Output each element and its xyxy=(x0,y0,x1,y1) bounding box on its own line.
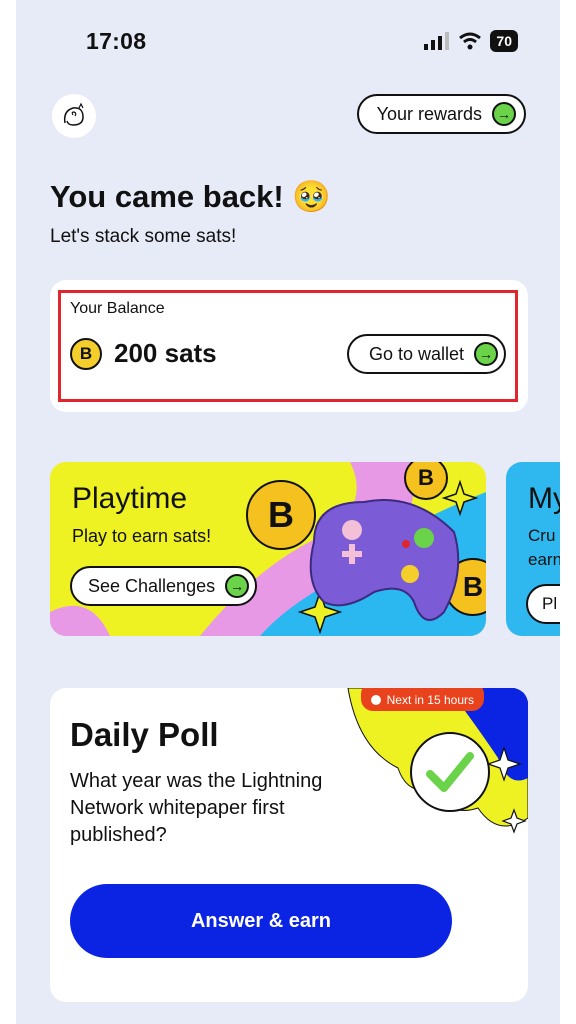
daily-poll-card: Next in 15 hours Daily Poll What year wa… xyxy=(50,688,528,1002)
challenges-label: See Challenges xyxy=(88,575,216,596)
next-card-subtitle-line: Cru xyxy=(528,526,556,545)
next-card-title: My xyxy=(528,482,560,515)
wallet-label: Go to wallet xyxy=(368,343,464,364)
battery-indicator: 70 xyxy=(490,30,518,52)
balance-card: Your Balance B 200 sats Go to wallet → xyxy=(50,280,528,412)
next-card-subtitle-line: earn xyxy=(528,550,560,569)
avatar-doodle-icon xyxy=(63,102,84,126)
playtime-title: Playtime xyxy=(72,482,188,515)
next-poll-badge: Next in 15 hours xyxy=(360,688,484,711)
greeting-subtitle: Let's stack some sats! xyxy=(50,226,237,247)
next-carousel-card[interactable]: My Cru earn Pl xyxy=(506,462,560,636)
profile-avatar[interactable] xyxy=(52,94,96,138)
greeting-title: You came back! 🥹 xyxy=(50,179,331,214)
checkmark-icon xyxy=(410,732,490,812)
badge-label: Next in 15 hours xyxy=(386,693,474,707)
gamepad-icon xyxy=(309,499,460,621)
status-time: 17:08 xyxy=(86,28,147,54)
playtime-subtitle: Play to earn sats! xyxy=(72,526,212,546)
balance-label: Your Balance xyxy=(70,300,165,317)
poll-title: Daily Poll xyxy=(70,716,219,753)
balance-amount: 200 sats xyxy=(114,338,217,368)
arrow-right-icon: → xyxy=(492,102,516,126)
go-to-wallet-button[interactable]: Go to wallet → xyxy=(346,334,506,374)
app-screen: 17:08 70 Your rewards → You came back! 🥹… xyxy=(16,0,560,1024)
bitcoin-coin-icon: B xyxy=(70,338,102,370)
wifi-icon xyxy=(459,32,482,50)
your-rewards-button[interactable]: Your rewards → xyxy=(356,94,526,134)
playtime-card[interactable]: B B B Playtime Play to earn sats! See Ch… xyxy=(50,462,486,636)
answer-and-earn-button[interactable]: Answer & earn xyxy=(70,884,452,958)
arrow-right-icon: → xyxy=(474,342,498,366)
poll-question: What year was the Lightning Network whit… xyxy=(70,770,323,846)
arrow-right-icon: → xyxy=(225,574,250,598)
next-card-subtitle: Cru earn xyxy=(528,524,560,572)
next-card-button[interactable]: Pl xyxy=(526,584,560,624)
clock-icon xyxy=(370,695,381,705)
see-challenges-button[interactable]: See Challenges → xyxy=(70,566,258,606)
rewards-label: Your rewards xyxy=(376,103,482,124)
signal-icon xyxy=(424,32,450,50)
status-icons: 70 xyxy=(424,30,518,52)
